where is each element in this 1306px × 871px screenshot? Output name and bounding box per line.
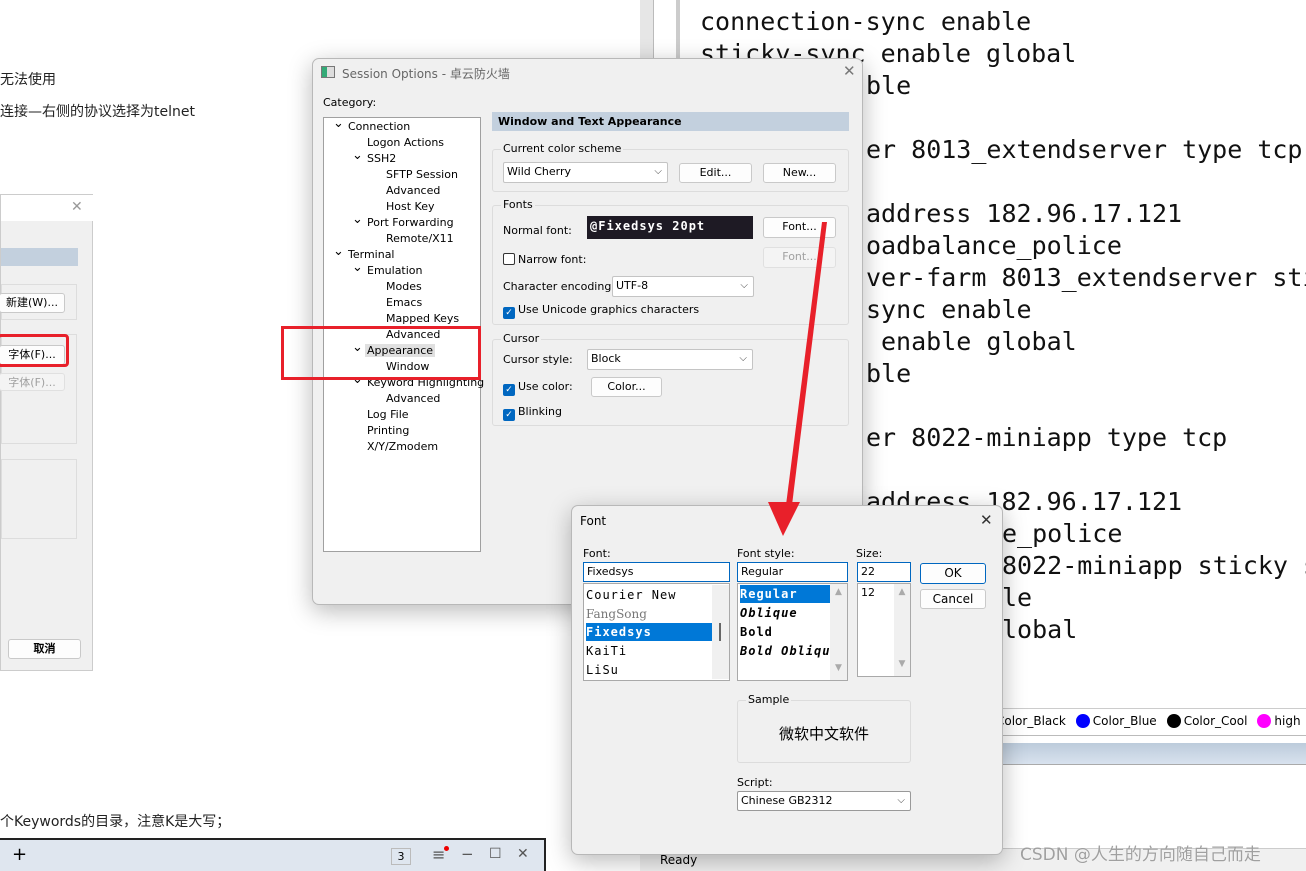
annotation-arrow [768,222,827,536]
arrow-head [768,502,800,536]
arrow-shaft [786,222,827,505]
